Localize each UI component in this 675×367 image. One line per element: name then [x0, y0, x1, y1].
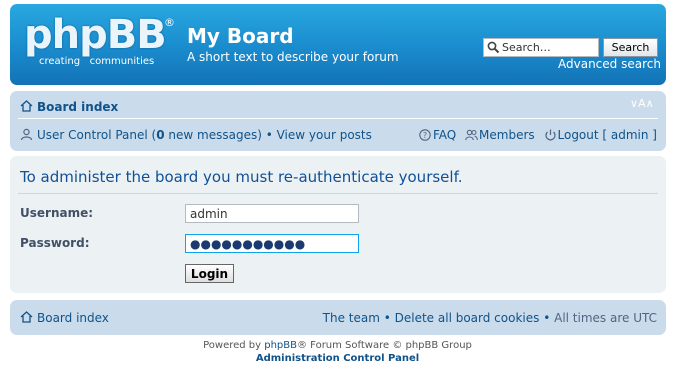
new-messages-link[interactable]: new messages) — [165, 128, 261, 142]
header-right-links: ? FAQ Members Logout [ admin ] — [419, 128, 657, 142]
new-messages-open: ( — [147, 128, 157, 142]
footer-navbar: Board index The team • Delete all board … — [10, 300, 666, 335]
faq-link[interactable]: FAQ — [433, 128, 456, 142]
timezone-text: All times are UTC — [554, 311, 657, 325]
username-field[interactable] — [185, 204, 359, 223]
user-control-panel-icon — [20, 128, 33, 141]
bullet-separator: • — [379, 311, 395, 325]
acp-link-row: Administration Control Panel — [0, 353, 675, 364]
username-label: Username: — [20, 206, 94, 220]
password-field[interactable] — [185, 234, 359, 253]
search-button[interactable]: Search — [603, 38, 658, 57]
logo-registered-mark: ® — [164, 16, 175, 29]
search-input[interactable] — [483, 38, 599, 57]
administration-control-panel-link[interactable]: Administration Control Panel — [256, 353, 419, 364]
powered-by-text: Powered by — [203, 340, 265, 351]
navbar-divider — [18, 118, 658, 119]
members-icon — [465, 129, 478, 141]
advanced-search-link[interactable]: Advanced search — [558, 57, 661, 71]
logo-wordmark: phpBB — [24, 12, 167, 58]
view-your-posts-link[interactable]: View your posts — [277, 128, 372, 142]
panel-heading: To administer the board you must re-auth… — [20, 168, 463, 186]
panel-divider — [18, 193, 658, 194]
reauth-panel: To administer the board you must re-auth… — [10, 156, 666, 293]
phpbb-link[interactable]: phpBB — [264, 340, 297, 351]
forum-software-text: ® Forum Software © phpBB Group — [297, 340, 472, 351]
site-header: phpBB ® creating communities My Board A … — [10, 4, 666, 85]
logo-tagline: creating communities — [39, 56, 155, 67]
login-button[interactable]: Login — [185, 264, 234, 283]
the-team-link[interactable]: The team — [323, 311, 380, 325]
members-link[interactable]: Members — [479, 128, 535, 142]
password-label: Password: — [20, 236, 90, 250]
footer-links: The team • Delete all board cookies • Al… — [323, 311, 657, 325]
copyright-line: Powered by phpBB® Forum Software © phpBB… — [0, 340, 675, 351]
home-icon — [20, 311, 33, 323]
logout-link[interactable]: Logout [ admin ] — [558, 128, 658, 142]
site-title[interactable]: My Board — [187, 24, 294, 48]
bullet-separator: • — [539, 311, 555, 325]
faq-icon: ? — [419, 129, 431, 141]
search-icon — [487, 41, 500, 54]
home-icon — [20, 100, 33, 112]
bullet-separator: • — [261, 128, 277, 142]
user-control-panel-link[interactable]: User Control Panel — [37, 128, 148, 142]
new-messages-count[interactable]: 0 — [156, 128, 164, 142]
logout-icon — [544, 129, 556, 141]
breadcrumb-board-index[interactable]: Board index — [37, 100, 118, 114]
phpbb-logo[interactable]: phpBB ® creating communities — [24, 12, 175, 74]
delete-cookies-link[interactable]: Delete all board cookies — [395, 311, 540, 325]
site-description: A short text to describe your forum — [187, 50, 399, 64]
user-links: User Control Panel (0 new messages) • Vi… — [37, 128, 372, 142]
footer-board-index-link[interactable]: Board index — [37, 311, 109, 325]
font-size-toggle[interactable]: ∨A∧ — [630, 97, 654, 110]
navbar: Board index ∨A∧ User Control Panel (0 ne… — [10, 91, 666, 151]
svg-text:?: ? — [423, 131, 427, 140]
